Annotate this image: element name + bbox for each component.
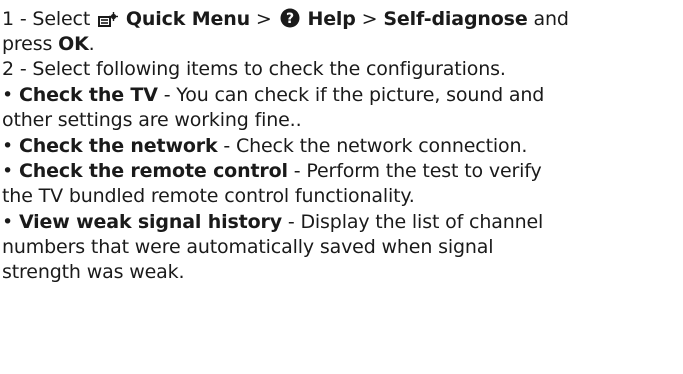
- step2-line: 2 - Select following items to check the …: [2, 58, 506, 80]
- and-text: and: [533, 8, 569, 30]
- bullet: •: [2, 160, 14, 182]
- bullet: •: [2, 211, 14, 233]
- list-item-weak-signal-cont: numbers that were automatically saved wh…: [2, 236, 494, 258]
- quick-menu-icon: [98, 11, 119, 33]
- ok-label: OK: [58, 33, 89, 55]
- step1-line2: press OK.: [2, 33, 95, 55]
- bullet: •: [2, 135, 14, 157]
- period: .: [88, 33, 95, 55]
- menu-separator: >: [255, 8, 272, 30]
- list-item-check-tv: • Check the TV - You can check if the pi…: [2, 84, 544, 106]
- item-desc: - You can check if the picture, sound an…: [157, 84, 545, 106]
- step1-line1: 1 - Select Quick Menu > ? Help > Self-di…: [2, 8, 569, 33]
- item-desc: - Perform the test to verify: [287, 160, 542, 182]
- bullet: •: [2, 84, 14, 106]
- press-text: press: [2, 33, 53, 55]
- menu-separator: >: [361, 8, 378, 30]
- item-desc: numbers that were automatically saved wh…: [2, 236, 494, 258]
- help-document: 1 - Select Quick Menu > ? Help > Self-di…: [0, 0, 683, 374]
- help-label: Help: [307, 8, 356, 30]
- svg-text:?: ?: [286, 11, 294, 27]
- item-title: Check the TV: [18, 84, 158, 106]
- item-title: Check the remote control: [18, 160, 288, 182]
- item-title: Check the network: [18, 135, 218, 157]
- item-title: View weak signal history: [18, 211, 282, 233]
- step1-prefix: 1 - Select: [2, 8, 91, 30]
- help-icon: ?: [280, 8, 300, 33]
- quick-menu-label: Quick Menu: [125, 8, 250, 30]
- self-diagnose-label: Self-diagnose: [383, 8, 528, 30]
- item-desc: - Display the list of channel: [281, 211, 544, 233]
- list-item-check-network: • Check the network - Check the network …: [2, 135, 527, 157]
- list-item-check-remote-cont: the TV bundled remote control functional…: [2, 185, 415, 207]
- item-desc: the TV bundled remote control functional…: [2, 185, 415, 207]
- item-desc: - Check the network connection.: [217, 135, 528, 157]
- list-item-check-tv-cont: other settings are working fine..: [2, 109, 302, 131]
- item-desc: strength was weak.: [2, 261, 185, 283]
- list-item-check-remote: • Check the remote control - Perform the…: [2, 160, 542, 182]
- step2-text: 2 - Select following items to check the …: [2, 58, 506, 80]
- item-desc: other settings are working fine..: [2, 109, 302, 131]
- list-item-weak-signal-cont2: strength was weak.: [2, 261, 185, 283]
- list-item-weak-signal: • View weak signal history - Display the…: [2, 211, 543, 233]
